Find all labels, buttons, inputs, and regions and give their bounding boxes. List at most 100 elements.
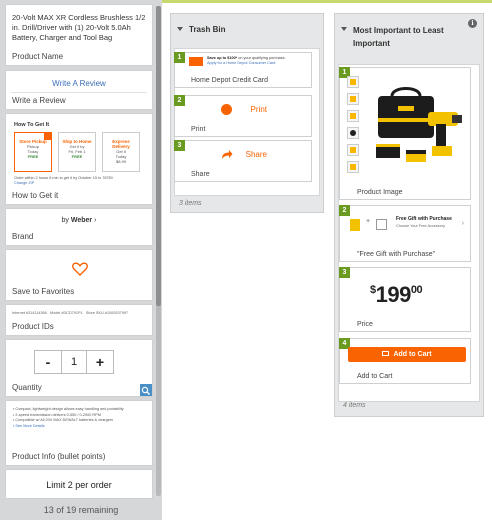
card-caption: Share [191,171,210,178]
price-currency: $ [370,284,376,296]
thumbnail [347,76,359,88]
share-label: Share [245,150,267,159]
brand-prefix: by [61,217,69,224]
credit-card-offer-text: Save up to $100* on your qualifying purc… [207,56,286,65]
ranking-title: Most Important to Least Important [353,26,444,48]
store-pickup-option: Store Pickup Pickup Today FREE [14,132,52,172]
rank-number-badge: 3 [339,267,350,278]
print-button: Print [219,102,267,117]
card-caption: Add to Cart [357,373,393,380]
product-name-text: 20-Volt MAX XR Cordless Brushless 1/2 in… [12,13,146,42]
chevron-down-icon[interactable] [341,27,347,31]
image-thumbnails [347,76,361,178]
card-caption: Home Depot Credit Card [191,77,269,84]
chevron-right-icon: › [461,220,464,227]
available-cards-column: 20-Volt MAX XR Cordless Brushless 1/2 in… [0,0,162,520]
brand-name: Weber [70,217,93,224]
price-dollars: 199 [375,282,412,307]
change-zip-link: Change ZIP [14,181,35,185]
card-brand[interactable]: by Weber › Brand [5,208,153,246]
card-caption: Product Name [12,52,64,61]
quantity-stepper[interactable]: - 1 + [34,350,114,374]
card-limit-per-order[interactable]: Limit 2 per order [5,469,153,499]
credit-card-icon [189,57,203,66]
scrollbar-thumb[interactable] [156,6,161,306]
quantity-value[interactable]: 1 [61,351,87,373]
divider [11,92,147,93]
thumbnail [347,144,359,156]
ranked-item-price[interactable]: 3 $19900 Price [339,267,471,332]
share-button: Share [219,147,267,162]
ranked-item-free-gift[interactable]: 2 + Free Gift with Purchase Choose Your … [339,205,471,262]
remaining-count: 13 of 19 remaining [43,505,119,515]
ranked-item-product-image[interactable]: 1 Product Image [339,67,471,200]
chevron-down-icon[interactable] [177,27,183,31]
rank-number-badge: 3 [174,140,185,151]
card-how-to-get-it[interactable]: How To Get It Store Pickup Pickup Today FRE… [5,113,153,205]
how-to-get-it-heading: How To Get It [14,122,50,128]
card-product-ids[interactable]: Internet #314114366 Model #DCD791P1 Stor… [5,304,153,336]
card-write-review[interactable]: Write A Review Write a Review [5,70,153,110]
trash-bin-title: Trash Bin [189,25,226,34]
chevron-right-icon: › [94,217,97,224]
gift-icon [376,219,387,230]
card-product-name[interactable]: 20-Volt MAX XR Cordless Brushless 1/2 in… [5,4,153,66]
card-caption: Print [191,126,206,133]
add-to-cart-button: Add to Cart [348,347,466,362]
drill-image [376,87,462,162]
card-caption: Brand [12,232,34,241]
card-caption: How to Get it [12,191,59,200]
top-accent-stripe [160,0,492,3]
cart-icon [382,350,390,356]
write-review-link[interactable]: Write A Review [6,79,152,88]
card-caption: Price [357,321,373,328]
card-caption: Product Info (bullet points) [12,452,106,461]
thumbnail [347,110,359,122]
rank-number-badge: 2 [339,205,350,216]
heart-icon [72,262,88,276]
gift-title: Free Gift with Purchase [396,216,452,222]
trash-item-share[interactable]: 3 Share Share [174,140,312,182]
video-thumbnail [347,127,359,139]
order-note: Order within 2 hours 6 min to get it by … [14,176,113,180]
card-caption: Product Image [357,189,403,196]
print-icon [221,104,232,115]
ranked-item-add-to-cart[interactable]: 4 Add to Cart Add to Cart [339,338,471,384]
trash-item-print[interactable]: 2 Print Print [174,95,312,137]
card-quantity[interactable]: - 1 + Quantity [5,339,153,397]
free-gift-promo: + Free Gift with Purchase Choose Your Fr… [346,216,464,238]
product-id-values: Internet #314114366 Model #DCD791P1 Stor… [12,311,129,315]
plus-sign: + [366,218,371,225]
add-to-cart-label: Add to Cart [393,351,432,358]
product-info-bullets: • Compact, lightweight design allows eas… [13,407,124,428]
ranking-item-count: 4 items [343,402,366,409]
credit-card-promo: Save up to $100* on your qualifying purc… [189,56,299,68]
ranking-panel[interactable]: Most Important to Least Important i 1 Pr… [334,13,484,417]
increment-button[interactable]: + [87,351,113,373]
limit-text: Limit 2 per order [46,480,112,490]
gift-text: Free Gift with Purchase Choose Your Free… [396,216,452,229]
rank-number-badge: 1 [174,52,185,63]
search-icon-glyph [141,386,150,395]
decrement-button[interactable]: - [35,351,61,373]
share-icon [222,150,233,159]
print-label: Print [250,105,267,114]
info-icon[interactable]: i [468,19,477,28]
available-cards-list[interactable]: 20-Volt MAX XR Cordless Brushless 1/2 in… [5,4,153,500]
trash-item-credit-card[interactable]: 1 Save up to $100* on your qualifying pu… [174,52,312,88]
card-caption: "Free Gift with Purchase" [357,251,436,258]
trash-bin-panel[interactable]: Trash Bin 1 Save up to $100* on your qua… [170,13,324,213]
gift-subtitle: Choose Your Free Accessory [396,223,445,228]
ship-to-home-option: Ship to Home Get it by Fri, Feb 1 FREE [58,132,96,172]
brand-line: by Weber › [6,217,152,224]
card-caption: Quantity [12,383,42,392]
trash-item-count: 3 items [179,200,202,207]
card-caption: Write a Review [12,96,66,105]
card-save-to-favorites[interactable]: Save to Favorites [5,249,153,301]
card-caption: Product IDs [12,322,54,331]
card-product-info[interactable]: • Compact, lightweight design allows eas… [5,400,153,466]
express-delivery-option: Express Delivery Get it Today $8.99 [102,132,140,172]
search-icon[interactable] [140,384,152,396]
thumbnail [347,161,359,173]
price-cents: 00 [410,284,423,296]
